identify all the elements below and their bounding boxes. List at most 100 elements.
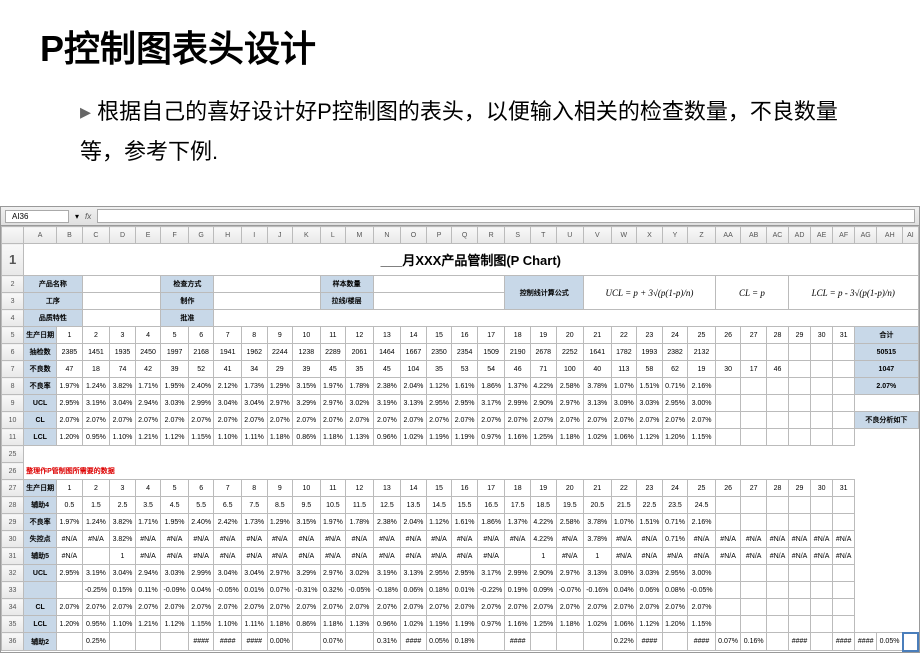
data-cell[interactable] (741, 616, 767, 633)
data-cell[interactable]: 19 (530, 480, 556, 497)
data-cell[interactable]: 0.08% (662, 582, 688, 599)
dropdown-icon[interactable]: ▾ (75, 212, 79, 221)
data-cell[interactable]: 0.16% (741, 633, 767, 651)
fx-icon[interactable]: fx (85, 212, 91, 221)
data-cell[interactable]: 1997 (161, 344, 189, 361)
data-cell[interactable]: 1.07% (611, 378, 637, 395)
data-cell[interactable]: 3.03% (161, 395, 189, 412)
data-cell[interactable]: #N/A (766, 531, 788, 548)
data-cell[interactable] (789, 514, 811, 531)
data-cell[interactable]: 13.5 (401, 497, 427, 514)
data-cell[interactable] (833, 395, 855, 412)
data-cell[interactable]: 3.04% (214, 565, 242, 582)
data-cell[interactable]: 1464 (373, 344, 401, 361)
data-cell[interactable]: 2132 (688, 344, 716, 361)
data-cell[interactable] (766, 497, 788, 514)
data-cell[interactable]: 1.78% (346, 378, 374, 395)
data-cell[interactable]: 2.5 (110, 497, 136, 514)
data-cell[interactable]: 2.04% (401, 514, 427, 531)
data-cell[interactable]: -0.05% (346, 582, 374, 599)
data-cell[interactable] (293, 633, 321, 651)
data-cell[interactable]: 3.00% (688, 395, 716, 412)
col-header[interactable]: B (57, 227, 83, 244)
data-cell[interactable]: #N/A (161, 548, 189, 565)
data-cell[interactable]: 1.19% (452, 429, 478, 446)
data-cell[interactable]: #N/A (426, 531, 452, 548)
data-cell[interactable]: 2061 (346, 344, 374, 361)
data-cell[interactable]: 2.07% (477, 412, 505, 429)
col-header[interactable]: R (477, 227, 505, 244)
data-cell[interactable]: #N/A (57, 531, 83, 548)
data-cell[interactable]: 3.29% (293, 395, 321, 412)
data-cell[interactable]: #### (214, 633, 242, 651)
data-cell[interactable]: 1.10% (214, 616, 242, 633)
data-cell[interactable]: 3.19% (373, 395, 401, 412)
data-cell[interactable]: #### (789, 633, 811, 651)
data-cell[interactable] (811, 565, 833, 582)
data-cell[interactable] (741, 412, 767, 429)
data-cell[interactable]: 1.97% (57, 514, 83, 531)
data-cell[interactable]: 1.02% (584, 616, 612, 633)
data-cell[interactable]: 1941 (214, 344, 242, 361)
data-cell[interactable]: 14.5 (426, 497, 452, 514)
data-cell[interactable]: #### (688, 633, 716, 651)
data-cell[interactable]: 2.58% (556, 378, 584, 395)
data-cell[interactable]: -0.25% (82, 582, 110, 599)
data-cell[interactable]: 15 (426, 480, 452, 497)
data-cell[interactable]: #N/A (267, 548, 293, 565)
data-cell[interactable]: 26 (715, 480, 741, 497)
data-cell[interactable]: 2.07% (505, 412, 531, 429)
data-cell[interactable]: 58 (637, 361, 663, 378)
data-cell[interactable]: 2.07% (373, 599, 401, 616)
data-cell[interactable]: #N/A (293, 548, 321, 565)
data-cell[interactable]: #N/A (688, 531, 716, 548)
col-header[interactable]: A (24, 227, 57, 244)
data-cell[interactable]: #N/A (556, 531, 584, 548)
data-cell[interactable]: 2.07% (267, 599, 293, 616)
data-cell[interactable]: 1 (584, 548, 612, 565)
data-cell[interactable]: 3.04% (241, 395, 267, 412)
data-cell[interactable]: 2.07% (426, 412, 452, 429)
data-cell[interactable]: 15.5 (452, 497, 478, 514)
col-header[interactable]: O (401, 227, 427, 244)
data-cell[interactable]: 3.82% (110, 531, 136, 548)
data-cell[interactable]: 4 (135, 327, 161, 344)
data-cell[interactable]: #### (855, 633, 877, 651)
data-cell[interactable]: 7 (214, 327, 242, 344)
data-cell[interactable] (833, 599, 855, 616)
data-cell[interactable] (811, 344, 833, 361)
data-cell[interactable] (715, 395, 741, 412)
data-cell[interactable] (789, 565, 811, 582)
data-cell[interactable]: 2.95% (662, 395, 688, 412)
data-cell[interactable] (741, 582, 767, 599)
data-cell[interactable]: #N/A (477, 548, 505, 565)
data-cell[interactable]: 3.13% (401, 565, 427, 582)
data-cell[interactable]: 2.07% (188, 599, 214, 616)
data-cell[interactable]: 1451 (82, 344, 110, 361)
data-cell[interactable]: 1.19% (426, 616, 452, 633)
data-cell[interactable]: 1962 (241, 344, 267, 361)
data-cell[interactable]: #### (833, 633, 855, 651)
data-cell[interactable]: 2.97% (556, 395, 584, 412)
data-cell[interactable]: #N/A (811, 531, 833, 548)
data-cell[interactable]: 1.86% (477, 514, 505, 531)
data-cell[interactable]: 1.73% (241, 378, 267, 395)
data-cell[interactable]: 7 (214, 480, 242, 497)
data-cell[interactable] (811, 514, 833, 531)
data-cell[interactable]: 3.19% (82, 565, 110, 582)
data-cell[interactable] (715, 344, 741, 361)
data-cell[interactable]: 1.5 (82, 497, 110, 514)
data-cell[interactable]: 17 (477, 480, 505, 497)
col-header[interactable]: Z (688, 227, 716, 244)
data-cell[interactable]: 2.07% (135, 599, 161, 616)
data-cell[interactable]: 3.03% (637, 565, 663, 582)
data-cell[interactable]: 2.07% (530, 412, 556, 429)
data-cell[interactable]: 2.99% (505, 565, 531, 582)
data-cell[interactable]: #N/A (135, 531, 161, 548)
data-cell[interactable] (811, 412, 833, 429)
data-cell[interactable]: 35 (426, 361, 452, 378)
data-cell[interactable]: 4.22% (530, 378, 556, 395)
col-header[interactable]: D (110, 227, 136, 244)
data-cell[interactable]: 2385 (57, 344, 83, 361)
data-cell[interactable]: 16 (452, 327, 478, 344)
